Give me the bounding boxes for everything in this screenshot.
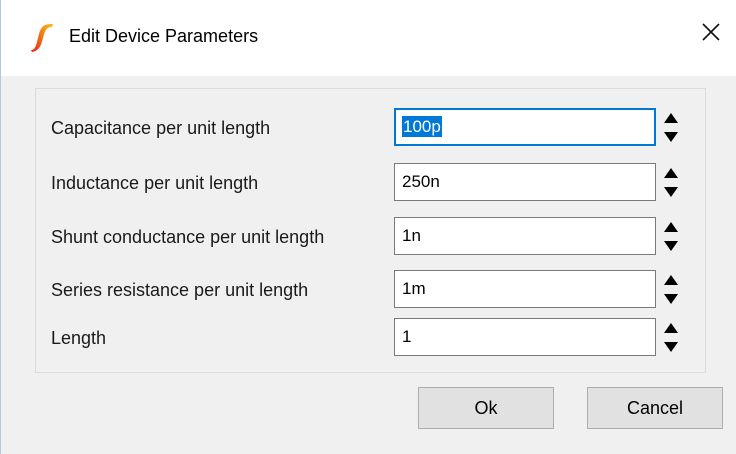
close-button[interactable] <box>691 16 731 52</box>
dialog-title: Edit Device Parameters <box>69 26 259 46</box>
param-value: 100p <box>402 116 442 137</box>
param-value: 1m <box>402 279 426 298</box>
arrow-up-icon <box>664 112 678 123</box>
param-spinner <box>661 163 681 201</box>
edit-device-parameters-dialog: Edit Device Parameters Capacitance per u… <box>0 0 736 454</box>
param-input-series-resistance[interactable]: 1m <box>394 270 656 308</box>
param-label: Shunt conductance per unit length <box>51 227 325 247</box>
param-value: 1 <box>402 327 412 346</box>
title-bar[interactable]: Edit Device Parameters <box>1 0 736 76</box>
param-label: Inductance per unit length <box>51 173 259 193</box>
param-label: Series resistance per unit length <box>51 280 309 300</box>
arrow-up-icon <box>664 221 678 232</box>
param-spinner <box>661 270 681 308</box>
spin-up-button[interactable] <box>661 217 681 236</box>
spin-down-button[interactable] <box>661 182 681 201</box>
app-logo-icon <box>29 22 55 52</box>
param-label: Capacitance per unit length <box>51 118 271 138</box>
spin-down-button[interactable] <box>661 337 681 356</box>
ok-button[interactable]: Ok <box>418 387 554 429</box>
param-input-length[interactable]: 1 <box>394 318 656 356</box>
arrow-up-icon <box>664 322 678 333</box>
spin-up-button[interactable] <box>661 108 681 127</box>
spin-down-button[interactable] <box>661 127 681 146</box>
param-spinner <box>661 108 681 146</box>
cancel-button[interactable]: Cancel <box>587 387 723 429</box>
arrow-up-icon <box>664 274 678 285</box>
arrow-down-icon <box>664 341 678 352</box>
param-input-capacitance[interactable]: 100p <box>394 108 656 146</box>
spin-up-button[interactable] <box>661 270 681 289</box>
spin-down-button[interactable] <box>661 289 681 308</box>
arrow-down-icon <box>664 131 678 142</box>
cancel-button-label: Cancel <box>626 397 684 418</box>
param-value: 250n <box>402 172 440 191</box>
param-spinner <box>661 217 681 255</box>
param-input-shunt-conductance[interactable]: 1n <box>394 217 656 255</box>
arrow-down-icon <box>664 293 678 304</box>
spin-up-button[interactable] <box>661 318 681 337</box>
param-label: Length <box>51 328 107 348</box>
spin-down-button[interactable] <box>661 236 681 255</box>
arrow-down-icon <box>664 240 678 251</box>
param-input-inductance[interactable]: 250n <box>394 163 656 201</box>
ok-button-label: Ok <box>474 397 498 418</box>
arrow-down-icon <box>664 186 678 197</box>
param-value: 1n <box>402 226 421 245</box>
close-icon <box>701 22 721 47</box>
spin-up-button[interactable] <box>661 163 681 182</box>
arrow-up-icon <box>664 167 678 178</box>
param-spinner <box>661 318 681 356</box>
